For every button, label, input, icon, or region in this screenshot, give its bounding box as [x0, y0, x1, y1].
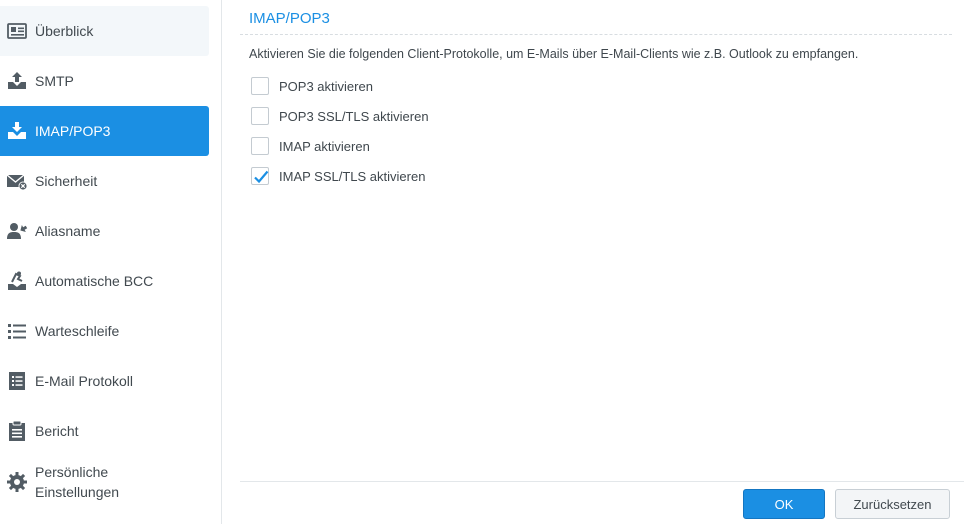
sidebar-item-label: Warteschleife [35, 323, 120, 339]
section-description: Aktivieren Sie die folgenden Client-Prot… [249, 47, 859, 61]
alias-icon [6, 220, 28, 242]
sidebar-item-label: IMAP/POP3 [35, 123, 111, 139]
sidebar-item-auto-bcc[interactable]: Automatische BCC [0, 256, 209, 306]
sidebar-item-imap-pop3[interactable]: IMAP/POP3 [0, 106, 209, 156]
queue-list-icon [6, 320, 28, 342]
checkmark-icon [254, 170, 269, 184]
sidebar-item-label: Automatische BCC [35, 273, 154, 289]
sidebar-item-label: E-Mail Protokoll [35, 373, 134, 389]
auto-bcc-icon [6, 270, 28, 292]
reset-button[interactable]: Zurücksetzen [835, 489, 950, 519]
gear-icon [6, 471, 28, 493]
imap-ssl-checkbox[interactable] [251, 167, 269, 185]
inbox-icon [6, 120, 28, 142]
sidebar-item-label: Bericht [35, 423, 79, 439]
sidebar-item-security[interactable]: Sicherheit [0, 156, 209, 206]
main-panel: IMAP/POP3 Aktivieren Sie die folgenden C… [225, 0, 964, 524]
sidebar-item-label: SMTP [35, 73, 74, 89]
footer-divider [240, 481, 964, 482]
sidebar-item-personal-settings[interactable]: Persönliche Einstellungen [0, 457, 209, 507]
option-label: IMAP SSL/TLS aktivieren [279, 168, 426, 184]
sidebar-item-smtp[interactable]: SMTP [0, 56, 209, 106]
option-imap-ssl[interactable]: IMAP SSL/TLS aktivieren [251, 166, 425, 186]
option-pop3[interactable]: POP3 aktivieren [251, 76, 373, 96]
sidebar-item-label: Aliasname [35, 223, 101, 239]
option-label: IMAP aktivieren [279, 138, 370, 154]
sidebar-item-label: Überblick [35, 23, 94, 39]
sidebar-item-mail-log[interactable]: E-Mail Protokoll [0, 356, 209, 406]
option-label: POP3 SSL/TLS aktivieren [279, 108, 429, 124]
sidebar-item-label: Persönliche Einstellungen [35, 464, 120, 500]
mail-security-icon [6, 170, 28, 192]
sidebar-item-alias[interactable]: Aliasname [0, 206, 209, 256]
sidebar-item-queue[interactable]: Warteschleife [0, 306, 209, 356]
sidebar-item-label: Sicherheit [35, 173, 98, 189]
pop3-ssl-checkbox[interactable] [251, 107, 269, 125]
log-icon [6, 370, 28, 392]
ok-button[interactable]: OK [743, 489, 825, 519]
report-clipboard-icon [6, 420, 28, 442]
imap-checkbox[interactable] [251, 137, 269, 155]
option-imap[interactable]: IMAP aktivieren [251, 136, 370, 156]
option-label: POP3 aktivieren [279, 78, 373, 94]
section-divider [240, 34, 952, 35]
overview-icon [6, 20, 28, 42]
pop3-checkbox[interactable] [251, 77, 269, 95]
option-pop3-ssl[interactable]: POP3 SSL/TLS aktivieren [251, 106, 429, 126]
outbox-icon [6, 70, 28, 92]
section-title: IMAP/POP3 [249, 10, 330, 27]
sidebar: Überblick SMTP IMAP/POP3 Sicherheit Alia… [0, 0, 222, 524]
sidebar-item-report[interactable]: Bericht [0, 406, 209, 456]
sidebar-item-overview[interactable]: Überblick [0, 6, 209, 56]
